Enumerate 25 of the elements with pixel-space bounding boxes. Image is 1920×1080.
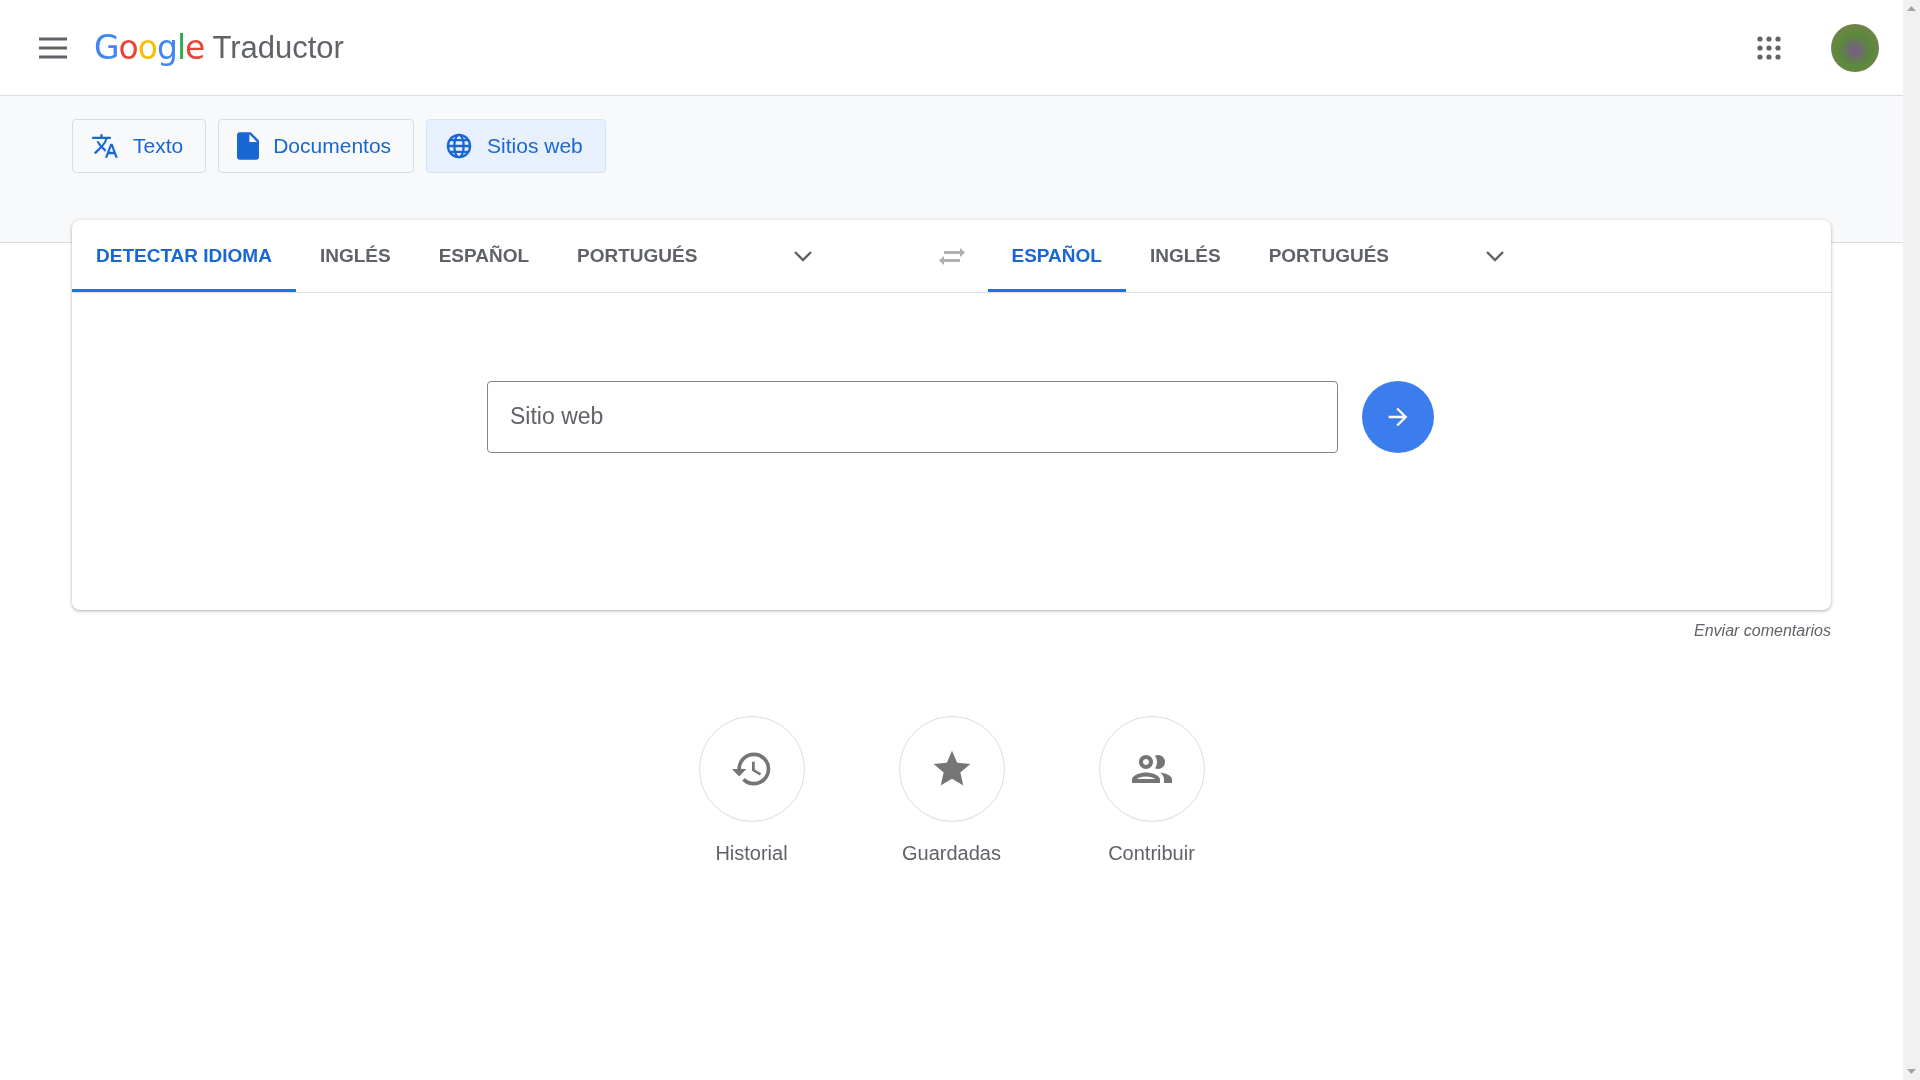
feedback-link[interactable]: Enviar comentarios — [1694, 622, 1831, 640]
language-tab[interactable]: DETECTAR IDIOMA — [72, 220, 296, 292]
text-mode-button[interactable]: Texto — [72, 119, 207, 173]
language-tab[interactable]: INGLÉS — [1125, 220, 1245, 292]
websites-mode-button[interactable]: Sitios web — [426, 119, 606, 173]
product-name: Traductor — [212, 29, 344, 66]
documents-mode-button[interactable]: Documentos — [218, 119, 415, 173]
language-tab[interactable]: ESPAÑOL — [414, 220, 554, 292]
document-icon — [237, 132, 260, 160]
menu-icon[interactable] — [38, 35, 68, 60]
website-url-field[interactable]: Sitio web — [487, 380, 1338, 453]
globe-icon — [445, 132, 474, 160]
shortcut-label: Guardadas — [902, 842, 1001, 865]
chevron-down-icon[interactable] — [793, 250, 814, 262]
google-logo: Google — [94, 28, 205, 67]
language-tab[interactable]: PORTUGUÉS — [1244, 220, 1414, 292]
language-tab[interactable]: INGLÉS — [295, 220, 415, 292]
language-tab[interactable]: PORTUGUÉS — [553, 220, 722, 292]
shortcut-label: Historial — [715, 842, 788, 865]
shortcut-label: Contribuir — [1108, 842, 1195, 865]
chevron-down-icon[interactable] — [1485, 250, 1506, 262]
apps-grid-icon[interactable] — [1757, 35, 1781, 60]
translate-icon — [91, 132, 119, 160]
avatar-photo[interactable] — [1831, 23, 1879, 72]
language-tab[interactable]: ESPAÑOL — [987, 220, 1126, 292]
